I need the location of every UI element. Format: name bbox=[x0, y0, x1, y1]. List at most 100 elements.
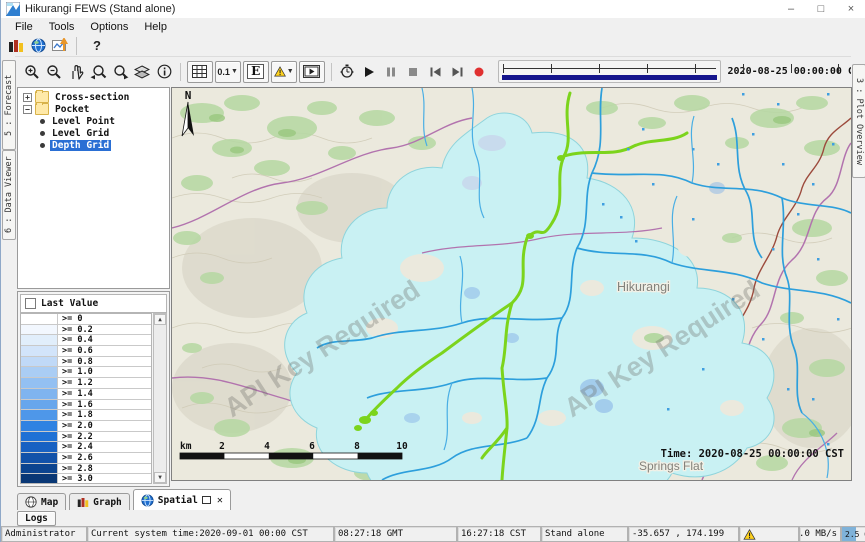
warning-icon[interactable]: ▼ bbox=[271, 61, 297, 83]
legend-row: >= 0 bbox=[21, 314, 151, 325]
legend-row: >= 1.2 bbox=[21, 378, 151, 389]
legend-panel: Last Value >= 0 >= 0.2 >= 0.4 >= 0.6 >= … bbox=[17, 291, 170, 487]
map-canvas[interactable]: API Key Required API Key Required Hikura… bbox=[171, 87, 852, 481]
database-icon[interactable] bbox=[6, 36, 26, 56]
title-bar: Hikurangi FEWS (Stand alone) – □ × bbox=[1, 0, 865, 19]
legend-swatch bbox=[21, 464, 58, 474]
scroll-down-icon[interactable]: ▼ bbox=[154, 472, 166, 483]
legend-row: >= 2.8 bbox=[21, 464, 151, 475]
bullet-icon bbox=[40, 119, 45, 124]
globe-icon[interactable] bbox=[28, 36, 48, 56]
tree-item-level-grid[interactable]: Level Grid bbox=[18, 127, 169, 139]
close-button[interactable]: × bbox=[836, 0, 865, 18]
toolbar-separator bbox=[331, 63, 332, 81]
value-label: 0.1 bbox=[217, 67, 230, 77]
legend-swatch bbox=[21, 325, 58, 335]
legend-swatch bbox=[21, 474, 58, 484]
time-slider[interactable] bbox=[498, 60, 720, 83]
step-back-icon[interactable] bbox=[425, 62, 445, 82]
menu-tools[interactable]: Tools bbox=[41, 20, 83, 34]
status-local-time: 16:27:18 CST bbox=[457, 526, 541, 542]
undock-icon[interactable] bbox=[202, 496, 211, 504]
pan-icon[interactable] bbox=[66, 62, 86, 82]
legend-label: E bbox=[247, 64, 264, 79]
record-icon[interactable] bbox=[469, 62, 489, 82]
tab-spatial[interactable]: Spatial ✕ bbox=[133, 489, 231, 510]
pause-icon[interactable] bbox=[381, 62, 401, 82]
tab-forecast[interactable]: 5 : Forecast bbox=[2, 60, 16, 150]
chevron-down-icon[interactable]: ▼ bbox=[231, 68, 238, 75]
minimize-button[interactable]: – bbox=[776, 0, 806, 18]
movie-icon[interactable] bbox=[299, 61, 325, 83]
legend-swatch bbox=[21, 335, 58, 345]
menu-help[interactable]: Help bbox=[136, 20, 175, 34]
main-toolbar: ? bbox=[1, 35, 865, 57]
legend-row: >= 0.8 bbox=[21, 357, 151, 368]
maximize-button[interactable]: □ bbox=[806, 0, 836, 18]
legend-row: >= 2.2 bbox=[21, 432, 151, 443]
svg-text:6: 6 bbox=[309, 441, 315, 452]
map-time-label: Time: 2020-08-25 00:00:00 CST bbox=[661, 448, 844, 460]
tree-item-level-point[interactable]: Level Point bbox=[18, 115, 169, 127]
tab-map[interactable]: Map bbox=[17, 493, 66, 510]
animation-icon[interactable] bbox=[337, 62, 357, 82]
step-forward-icon[interactable] bbox=[447, 62, 467, 82]
collapse-icon[interactable]: − bbox=[23, 105, 32, 114]
chevron-down-icon[interactable]: ▼ bbox=[287, 68, 294, 75]
zoom-previous-icon[interactable] bbox=[88, 62, 108, 82]
status-mode: Stand alone bbox=[541, 526, 628, 542]
help-button[interactable]: ? bbox=[83, 36, 111, 56]
toolbar-separator bbox=[180, 63, 181, 81]
svg-text:8: 8 bbox=[354, 441, 360, 452]
legend-icon[interactable]: E bbox=[243, 61, 269, 83]
info-icon[interactable] bbox=[154, 62, 174, 82]
timeseries-icon[interactable] bbox=[50, 36, 70, 56]
zoom-in-icon[interactable] bbox=[22, 62, 42, 82]
status-network-rate: 0.0 MB/s bbox=[799, 526, 841, 542]
tab-plot-overview[interactable]: 3 : Plot Overview bbox=[852, 64, 865, 178]
label-hikurangi: Hikurangi bbox=[617, 280, 670, 294]
layers-icon[interactable] bbox=[132, 62, 152, 82]
time-slider-range[interactable] bbox=[502, 75, 716, 80]
globe-icon bbox=[25, 496, 37, 508]
right-tab-strip: 3 : Plot Overview bbox=[851, 56, 865, 489]
status-alerts[interactable] bbox=[739, 526, 799, 542]
warning-icon bbox=[743, 529, 756, 540]
menu-options[interactable]: Options bbox=[82, 20, 136, 34]
legend-swatch bbox=[21, 378, 58, 388]
close-tab-icon[interactable]: ✕ bbox=[217, 495, 223, 506]
bullet-icon bbox=[40, 131, 45, 136]
expand-icon[interactable]: + bbox=[23, 93, 32, 102]
tab-data-viewer[interactable]: 6 : Data Viewer bbox=[2, 150, 16, 240]
zoom-next-icon[interactable] bbox=[110, 62, 130, 82]
logs-button[interactable]: Logs bbox=[17, 511, 56, 526]
last-value-checkbox[interactable] bbox=[25, 298, 36, 309]
status-user: Administrator bbox=[1, 526, 87, 542]
legend-swatch bbox=[21, 421, 58, 431]
legend-row: >= 1.8 bbox=[21, 410, 151, 421]
last-value-option[interactable]: Last Value bbox=[20, 294, 167, 313]
stop-icon[interactable] bbox=[403, 62, 423, 82]
menu-bar: File Tools Options Help bbox=[1, 18, 865, 35]
legend-row: >= 1.6 bbox=[21, 400, 151, 411]
tab-graph[interactable]: Graph bbox=[69, 493, 130, 510]
scroll-up-icon[interactable]: ▲ bbox=[154, 314, 166, 325]
legend-table: >= 0 >= 0.2 >= 0.4 >= 0.6 >= 0.8 >= 1.0 … bbox=[20, 313, 152, 484]
value-label-icon[interactable]: 0.1▼ bbox=[215, 61, 241, 83]
legend-swatch bbox=[21, 400, 58, 410]
zoom-out-icon[interactable] bbox=[44, 62, 64, 82]
status-coordinates: -35.657 , 174.199 bbox=[628, 526, 739, 542]
legend-swatch bbox=[21, 314, 58, 324]
grid-icon[interactable] bbox=[187, 61, 213, 83]
legend-swatch bbox=[21, 389, 58, 399]
status-bar: Administrator Current system time:2020-0… bbox=[1, 526, 865, 542]
tree-item-depth-grid[interactable]: Depth Grid bbox=[18, 139, 169, 151]
legend-scrollbar[interactable]: ▲ ▼ bbox=[153, 313, 167, 484]
folder-open-icon bbox=[35, 103, 49, 115]
menu-file[interactable]: File bbox=[7, 20, 41, 34]
play-icon[interactable] bbox=[359, 62, 379, 82]
tree-item-pocket[interactable]: − Pocket bbox=[18, 103, 169, 115]
legend-swatch bbox=[21, 357, 58, 367]
svg-text:km: km bbox=[180, 441, 192, 452]
toolbar-separator bbox=[76, 37, 77, 55]
